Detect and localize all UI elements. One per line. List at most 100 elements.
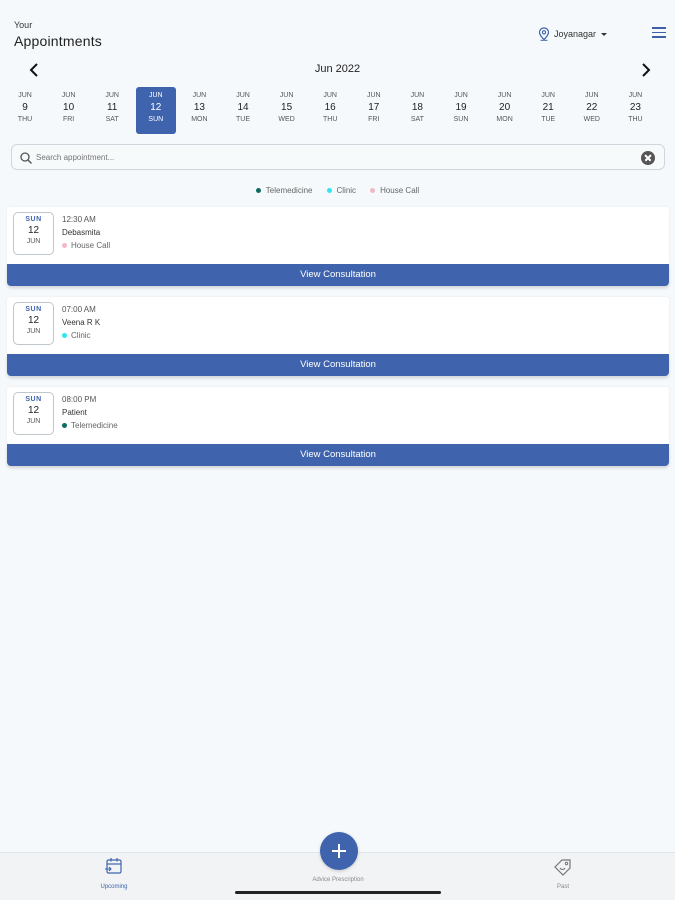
date-item[interactable]: JUN 20 MON [485, 87, 525, 134]
badge-day: 12 [27, 315, 40, 326]
date-item[interactable]: JUN 21 TUE [528, 87, 568, 134]
type-dot-icon [62, 333, 67, 338]
appointment-card-body[interactable]: SUN 12 JUN 08:00 PM Patient Telemedicine [7, 387, 669, 444]
badge-month: JUN [26, 418, 41, 425]
date-item-month: JUN [497, 92, 512, 99]
next-month-button[interactable] [636, 61, 654, 79]
date-item-month: JUN [61, 92, 76, 99]
date-item[interactable]: JUN 12 SUN [135, 87, 176, 134]
view-consultation-button[interactable]: View Consultation [7, 264, 669, 286]
date-item-weekday: SUN [148, 116, 164, 123]
header: Your Appointments Joyanagar [0, 18, 675, 54]
date-item[interactable]: JUN 10 FRI [49, 87, 89, 134]
type-dot-icon [62, 243, 67, 248]
location-label: Joyanagar [554, 29, 597, 39]
date-item-weekday: THU [628, 116, 643, 123]
date-item-weekday: THU [322, 116, 338, 123]
date-item-month: JUN [584, 92, 599, 99]
legend-label: Telemedicine [265, 185, 313, 195]
date-item-weekday: TUE [541, 116, 556, 123]
patient-name: Patient [62, 408, 87, 417]
date-item-day: 22 [586, 102, 598, 113]
appointment-date-badge: SUN 12 JUN [13, 302, 54, 345]
date-item-day: 18 [411, 102, 423, 113]
status-bar [0, 0, 675, 14]
date-item-day: 12 [150, 102, 162, 113]
legend-dot-icon [255, 187, 261, 193]
date-item-month: JUN [236, 92, 250, 99]
appointment-card: SUN 12 JUN 12:30 AM Debasmita House Call View … [7, 207, 669, 287]
view-consultation-button[interactable]: View Consultation [7, 354, 669, 376]
date-item-month: JUN [323, 92, 337, 99]
date-item-weekday: FRI [62, 116, 75, 123]
location-selector[interactable]: Joyanagar [538, 27, 608, 41]
legend-label: Clinic [336, 185, 357, 195]
date-item-weekday: WED [278, 116, 295, 123]
date-item[interactable]: JUN 15 WED [267, 87, 307, 134]
date-item[interactable]: JUN 22 WED [572, 87, 612, 134]
date-item-weekday: SAT [105, 116, 119, 123]
legend-dot-icon [370, 187, 376, 193]
search-input[interactable] [36, 148, 636, 166]
date-item-weekday: SUN [453, 116, 469, 123]
chevron-right-icon [642, 63, 651, 77]
date-item-month: JUN [366, 92, 381, 99]
date-item-month: JUN [410, 92, 425, 99]
location-pin-icon [538, 27, 550, 41]
menu-icon[interactable] [652, 27, 666, 39]
legend-dot-icon [326, 187, 332, 193]
search-icon [20, 152, 32, 164]
badge-month: JUN [26, 238, 41, 245]
header-subtitle: Your [14, 20, 33, 30]
date-item[interactable]: JUN 13 MON [179, 87, 219, 134]
caret-down-icon [601, 32, 608, 36]
tab-past-label: Past [556, 884, 569, 890]
date-item-month: JUN [192, 92, 207, 99]
date-item[interactable]: JUN 14 TUE [223, 87, 263, 134]
tag-icon [554, 859, 571, 876]
patient-name: Debasmita [62, 228, 101, 237]
appointment-type: Clinic [62, 331, 91, 340]
appointment-time: 12:30 AM [62, 215, 96, 224]
badge-day: 12 [27, 225, 40, 236]
legend-item: House Call [370, 184, 419, 196]
date-item[interactable]: JUN 11 SAT [92, 87, 132, 134]
appointment-card: SUN 12 JUN 07:00 AM Veena R K Clinic View Cons… [7, 297, 669, 377]
date-item-day: 14 [237, 102, 249, 113]
tab-past[interactable]: Past [540, 857, 586, 890]
appointment-card-body[interactable]: SUN 12 JUN 07:00 AM Veena R K Clinic [7, 297, 669, 354]
patient-name: Veena R K [62, 318, 101, 327]
badge-month: JUN [26, 328, 41, 335]
date-item-month: JUN [541, 92, 555, 99]
date-item-weekday: FRI [368, 116, 380, 123]
add-prescription-button[interactable] [320, 832, 358, 870]
date-item[interactable]: JUN 16 THU [310, 87, 350, 134]
date-item[interactable]: JUN 9 THU [5, 87, 45, 134]
date-item-month: JUN [105, 92, 119, 99]
view-consultation-button[interactable]: View Consultation [7, 444, 669, 466]
appointment-card-body[interactable]: SUN 12 JUN 12:30 AM Debasmita House Call [7, 207, 669, 264]
type-label: House Call [71, 241, 111, 250]
date-item-month: JUN [148, 92, 163, 99]
date-item-month: JUN [454, 92, 468, 99]
date-item[interactable]: JUN 23 THU [615, 87, 655, 134]
date-item-month: JUN [18, 92, 32, 99]
date-item-day: 16 [324, 102, 336, 113]
appointment-card: SUN 12 JUN 08:00 PM Patient Telemedicine View … [7, 387, 669, 467]
month-navigator: Jun 2022 [0, 58, 675, 82]
tab-upcoming[interactable]: Upcoming [94, 857, 134, 890]
date-item-weekday: TUE [236, 116, 250, 123]
date-item[interactable]: JUN 18 SAT [397, 87, 437, 134]
fab-label: Advice Prescription [312, 877, 364, 883]
date-item-day: 15 [281, 102, 293, 113]
appointment-date-badge: SUN 12 JUN [13, 392, 54, 435]
clear-search-icon[interactable] [641, 151, 655, 165]
date-item[interactable]: JUN 17 FRI [354, 87, 394, 134]
date-item-weekday: MON [496, 116, 513, 123]
tab-upcoming-label: Upcoming [100, 884, 128, 890]
date-item-day: 23 [629, 102, 641, 113]
search-bar [11, 144, 665, 170]
home-indicator [235, 891, 441, 894]
date-item-day: 17 [368, 102, 380, 113]
date-item[interactable]: JUN 19 SUN [441, 87, 481, 134]
